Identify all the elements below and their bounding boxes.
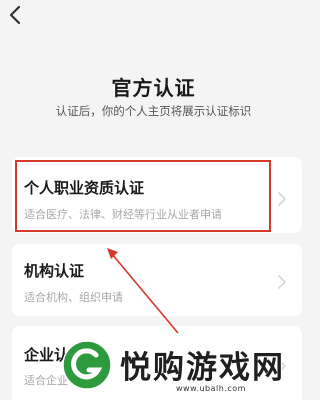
card-personal-certification[interactable]: 个人职业资质认证 适合医疗、法律、财经等行业从业者申请 <box>12 157 302 233</box>
card-title: 个人职业资质认证 <box>24 179 145 197</box>
chevron-right-icon <box>278 275 286 289</box>
chevron-right-icon <box>278 359 286 373</box>
back-button[interactable] <box>6 4 26 26</box>
card-description: 适合医疗、法律、财经等行业从业者申请 <box>24 208 222 221</box>
page-title: 官方认证 <box>111 76 196 100</box>
page-subtitle: 认证后，你的个人主页将展示认证标识 <box>55 104 252 118</box>
back-arrow-icon <box>9 5 21 25</box>
card-description: 适合机构、组织申请 <box>24 291 123 304</box>
chevron-right-icon <box>278 192 286 206</box>
card-enterprise-certification[interactable]: 企业认证 适合企业申请 <box>12 326 302 400</box>
card-title: 机构认证 <box>24 262 85 280</box>
card-organization-certification[interactable]: 机构认证 适合机构、组织申请 <box>12 244 302 316</box>
card-title: 企业认证 <box>24 346 85 364</box>
card-description: 适合企业申请 <box>24 374 90 387</box>
